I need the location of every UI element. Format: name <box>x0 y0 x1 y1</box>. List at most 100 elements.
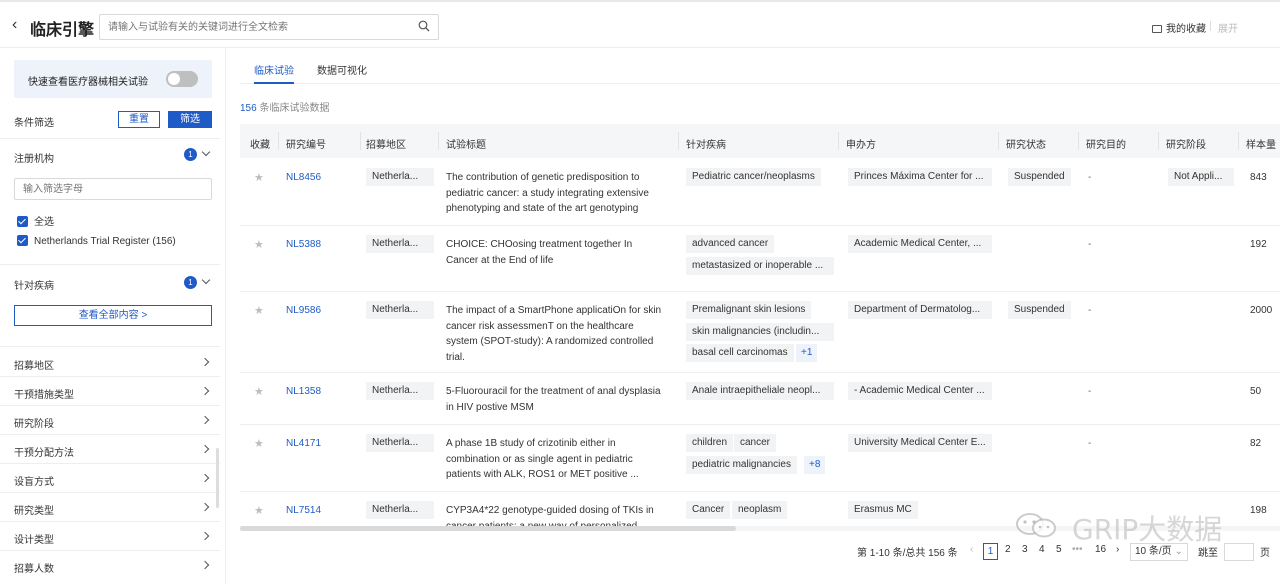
page-5[interactable]: 5 <box>1056 544 1062 555</box>
search-input[interactable] <box>100 15 400 39</box>
sample-size-value: 198 <box>1250 505 1267 516</box>
trial-title[interactable]: The impact of a SmartPhone applicatiOn f… <box>446 303 666 365</box>
disease-section-title[interactable]: 针对疾病 <box>14 277 54 292</box>
star-icon[interactable]: ★ <box>254 238 264 251</box>
more-diseases-badge[interactable]: +1 <box>796 344 818 362</box>
tab-data-visualization[interactable]: 数据可视化 <box>317 62 367 77</box>
disease-tag: children <box>686 434 734 452</box>
watermark-text: GRIP大数据 <box>1072 513 1223 546</box>
star-icon[interactable]: ★ <box>254 304 264 317</box>
table-row[interactable]: ★ NL9586 Netherla... The impact of a Sma… <box>240 292 1280 373</box>
chevron-down-icon[interactable] <box>201 147 211 157</box>
view-all-button[interactable]: 查看全部内容 > <box>14 305 212 326</box>
chevron-down-icon[interactable] <box>201 275 211 285</box>
star-icon[interactable]: ★ <box>254 437 264 450</box>
wechat-watermark-icon <box>1016 513 1056 538</box>
table-row[interactable]: ★ NL4171 Netherla... A phase 1B study of… <box>240 425 1280 492</box>
page-3[interactable]: 3 <box>1022 544 1028 555</box>
trial-title[interactable]: CYP3A4*22 genotype-guided dosing of TKIs… <box>446 503 666 526</box>
check-all-option[interactable]: 全选 <box>17 213 54 228</box>
tab-clinical-trials[interactable]: 临床试验 <box>254 62 294 84</box>
more-diseases-badge[interactable]: +8 <box>804 456 826 474</box>
region-tag: Netherla... <box>366 501 434 519</box>
disease-tag: Pediatric cancer/neoplasms <box>686 168 821 186</box>
device-trials-toggle[interactable] <box>166 71 198 87</box>
checkbox-checked-icon[interactable] <box>17 216 28 227</box>
sidebar-item-study-type[interactable]: 研究类型 <box>14 502 54 517</box>
goto-page-input[interactable] <box>1224 543 1254 561</box>
sample-size-value: 50 <box>1250 386 1262 397</box>
disease-tag: Anale intraepitheliale neopl... <box>686 382 834 400</box>
sidebar-item-region[interactable]: 招募地区 <box>14 357 54 372</box>
study-id-link[interactable]: NL8456 <box>286 172 321 183</box>
star-icon[interactable]: ★ <box>254 385 264 398</box>
purpose-value: - <box>1088 239 1092 250</box>
search-box <box>99 14 439 40</box>
trial-title[interactable]: CHOICE: CHOosing treatment together In C… <box>446 237 666 268</box>
study-id-link[interactable]: NL4171 <box>286 438 321 449</box>
star-icon[interactable]: ★ <box>254 504 264 517</box>
chevron-right-icon[interactable] <box>200 531 210 541</box>
back-icon[interactable]: ‹ <box>12 16 17 34</box>
region-tag: Netherla... <box>366 382 434 400</box>
top-bar: ‹ 临床引擎 我的收藏 展开 <box>0 0 1280 48</box>
scrollbar-thumb[interactable] <box>240 526 736 531</box>
sidebar-item-design-type[interactable]: 设计类型 <box>14 531 54 546</box>
sidebar-item-allocation[interactable]: 干预分配方法 <box>14 444 74 459</box>
chevron-right-icon[interactable] <box>200 386 210 396</box>
sidebar-item-phase[interactable]: 研究阶段 <box>14 415 54 430</box>
chevron-right-icon[interactable] <box>200 444 210 454</box>
study-id-link[interactable]: NL5388 <box>286 239 321 250</box>
filter-button[interactable]: 筛选 <box>168 111 212 128</box>
checkbox-checked-icon[interactable] <box>17 235 28 246</box>
main-content: 临床试验 数据可视化 156 条临床试验数据 收藏 研究编号 招募地区 试验标题… <box>226 48 1280 584</box>
table-row[interactable]: ★ NL5388 Netherla... CHOICE: CHOosing tr… <box>240 226 1280 292</box>
favorites-link[interactable]: 我的收藏 <box>1152 20 1206 35</box>
folder-icon <box>1152 25 1162 33</box>
table-row[interactable]: ★ NL8456 Netherla... The contribution of… <box>240 158 1280 226</box>
status-badge: Suspended <box>1008 301 1071 319</box>
favorites-label: 我的收藏 <box>1166 24 1206 35</box>
status-badge: Suspended <box>1008 168 1071 186</box>
sample-size-value: 843 <box>1250 172 1267 183</box>
page-1[interactable]: 1 <box>983 543 998 560</box>
disease-tag: Premalignant skin lesions <box>686 301 812 319</box>
chevron-right-icon[interactable] <box>200 357 210 367</box>
sidebar-item-intervention-type[interactable]: 干预措施类型 <box>14 386 74 401</box>
letter-filter-input[interactable] <box>14 178 212 200</box>
reset-button[interactable]: 重置 <box>118 111 160 128</box>
sidebar-scrollbar[interactable] <box>216 448 219 508</box>
region-tag: Netherla... <box>366 168 434 186</box>
registry-section-title[interactable]: 注册机构 <box>14 150 54 165</box>
sponsor-tag: Department of Dermatolog... <box>848 301 992 319</box>
study-id-link[interactable]: NL1358 <box>286 386 321 397</box>
trial-title[interactable]: 5-Fluorouracil for the treatment of anal… <box>446 384 666 415</box>
expand-button[interactable]: 展开 <box>1210 20 1238 35</box>
trial-title[interactable]: The contribution of genetic predispositi… <box>446 170 666 217</box>
chevron-right-icon[interactable] <box>200 473 210 483</box>
col-study-id: 研究编号 <box>286 140 326 151</box>
col-sponsor: 申办方 <box>846 140 876 151</box>
study-id-link[interactable]: NL9586 <box>286 305 321 316</box>
chevron-right-icon[interactable] <box>200 502 210 512</box>
purpose-value: - <box>1088 172 1092 183</box>
ntr-label: Netherlands Trial Register (156) <box>34 236 176 247</box>
sidebar-item-masking[interactable]: 设盲方式 <box>14 473 54 488</box>
sponsor-tag: Erasmus MC <box>848 501 918 519</box>
page-4[interactable]: 4 <box>1039 544 1045 555</box>
chevron-right-icon[interactable] <box>200 415 210 425</box>
study-id-link[interactable]: NL7514 <box>286 505 321 516</box>
star-icon[interactable]: ★ <box>254 171 264 184</box>
table-row[interactable]: ★ NL1358 Netherla... 5-Fluorouracil for … <box>240 373 1280 425</box>
ntr-option[interactable]: Netherlands Trial Register (156) <box>17 235 176 247</box>
prev-page-icon[interactable]: ‹ <box>970 544 973 555</box>
sample-size-value: 192 <box>1250 239 1267 250</box>
phase-tag: Not Appli... <box>1168 168 1234 186</box>
page-2[interactable]: 2 <box>1005 544 1011 555</box>
check-all-label: 全选 <box>34 217 54 228</box>
chevron-right-icon[interactable] <box>200 560 210 570</box>
trial-title[interactable]: A phase 1B study of crizotinib either in… <box>446 436 666 483</box>
sidebar-item-enrollment[interactable]: 招募人数 <box>14 560 54 575</box>
search-icon[interactable] <box>418 20 430 32</box>
table-header: 收藏 研究编号 招募地区 试验标题 针对疾病 申办方 研究状态 研究目的 研究阶… <box>240 124 1280 158</box>
